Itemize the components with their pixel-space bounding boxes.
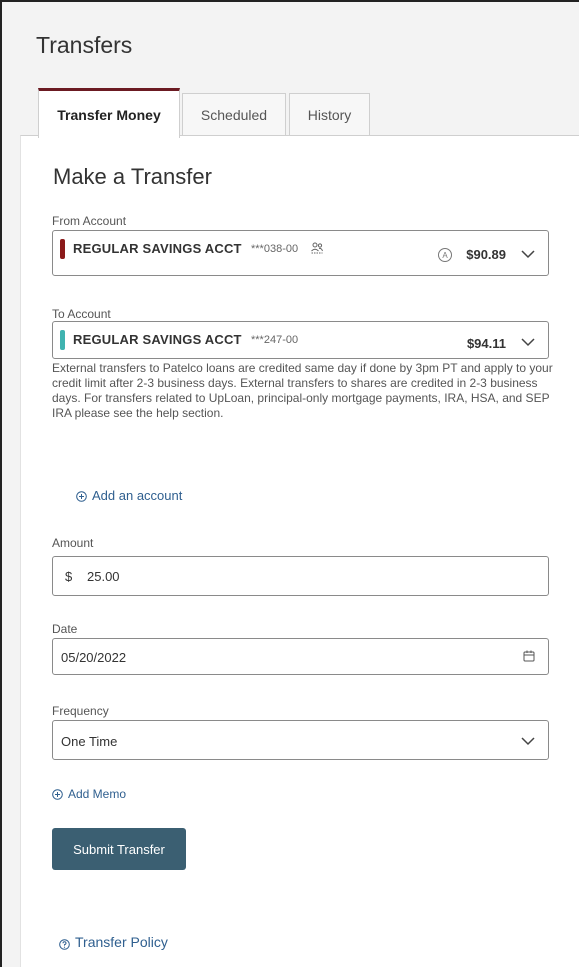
chevron-down-icon [520, 733, 536, 749]
page-title: Transfers [36, 32, 133, 58]
app-frame: Transfers Transfer Money Scheduled Histo… [0, 0, 579, 967]
amount-input[interactable]: $ 25.00 [52, 556, 549, 596]
amount-value: 25.00 [87, 569, 120, 584]
from-account-label: From Account [52, 214, 127, 228]
tab-scheduled[interactable]: Scheduled [182, 93, 286, 136]
transfer-policy-link[interactable]: Transfer Policy [59, 934, 168, 950]
to-account-label: To Account [52, 307, 111, 321]
frequency-value: One Time [61, 734, 118, 749]
transfer-policy-label: Transfer Policy [75, 934, 168, 950]
to-account-select[interactable]: REGULAR SAVINGS ACCT ***247-00 $94.11 [52, 321, 549, 359]
to-account-balance: $94.11 [466, 336, 506, 351]
account-color-bar [60, 239, 65, 259]
transfer-panel: Make a Transfer From Account REGULAR SAV… [20, 135, 579, 967]
date-input[interactable]: 05/20/2022 [52, 638, 549, 675]
chevron-down-icon [520, 246, 536, 262]
joint-owner-icon [310, 241, 324, 255]
plus-circle-icon [76, 490, 87, 502]
from-account-number: ***038-00 [251, 243, 299, 255]
add-account-link[interactable]: Add an account [76, 488, 182, 503]
date-label: Date [52, 622, 78, 636]
plus-circle-icon [52, 788, 63, 800]
transfer-notice: External transfers to Patelco loans are … [52, 361, 553, 420]
account-color-bar [60, 330, 65, 350]
to-account-name: REGULAR SAVINGS ACCT [73, 332, 242, 347]
currency-symbol: $ [65, 569, 73, 584]
account-badge-icon: A [438, 248, 452, 262]
chevron-down-icon [520, 334, 536, 350]
submit-transfer-button[interactable]: Submit Transfer [52, 828, 186, 870]
add-account-label: Add an account [92, 488, 183, 503]
from-account-select[interactable]: REGULAR SAVINGS ACCT ***038-00 A $90.89 [52, 230, 549, 276]
form-heading: Make a Transfer [53, 164, 212, 189]
frequency-label: Frequency [52, 704, 109, 718]
add-memo-label: Add Memo [68, 787, 127, 801]
amount-label: Amount [52, 536, 94, 550]
help-circle-icon [59, 937, 70, 950]
date-value: 05/20/2022 [61, 650, 127, 665]
add-memo-link[interactable]: Add Memo [52, 787, 126, 801]
tab-transfer-money[interactable]: Transfer Money [38, 88, 180, 138]
frequency-select[interactable]: One Time [52, 720, 549, 760]
calendar-icon[interactable] [522, 649, 536, 663]
to-account-number: ***247-00 [251, 334, 299, 346]
from-account-name: REGULAR SAVINGS ACCT [73, 241, 242, 256]
tab-history[interactable]: History [289, 93, 370, 136]
from-account-balance: $90.89 [466, 247, 506, 262]
